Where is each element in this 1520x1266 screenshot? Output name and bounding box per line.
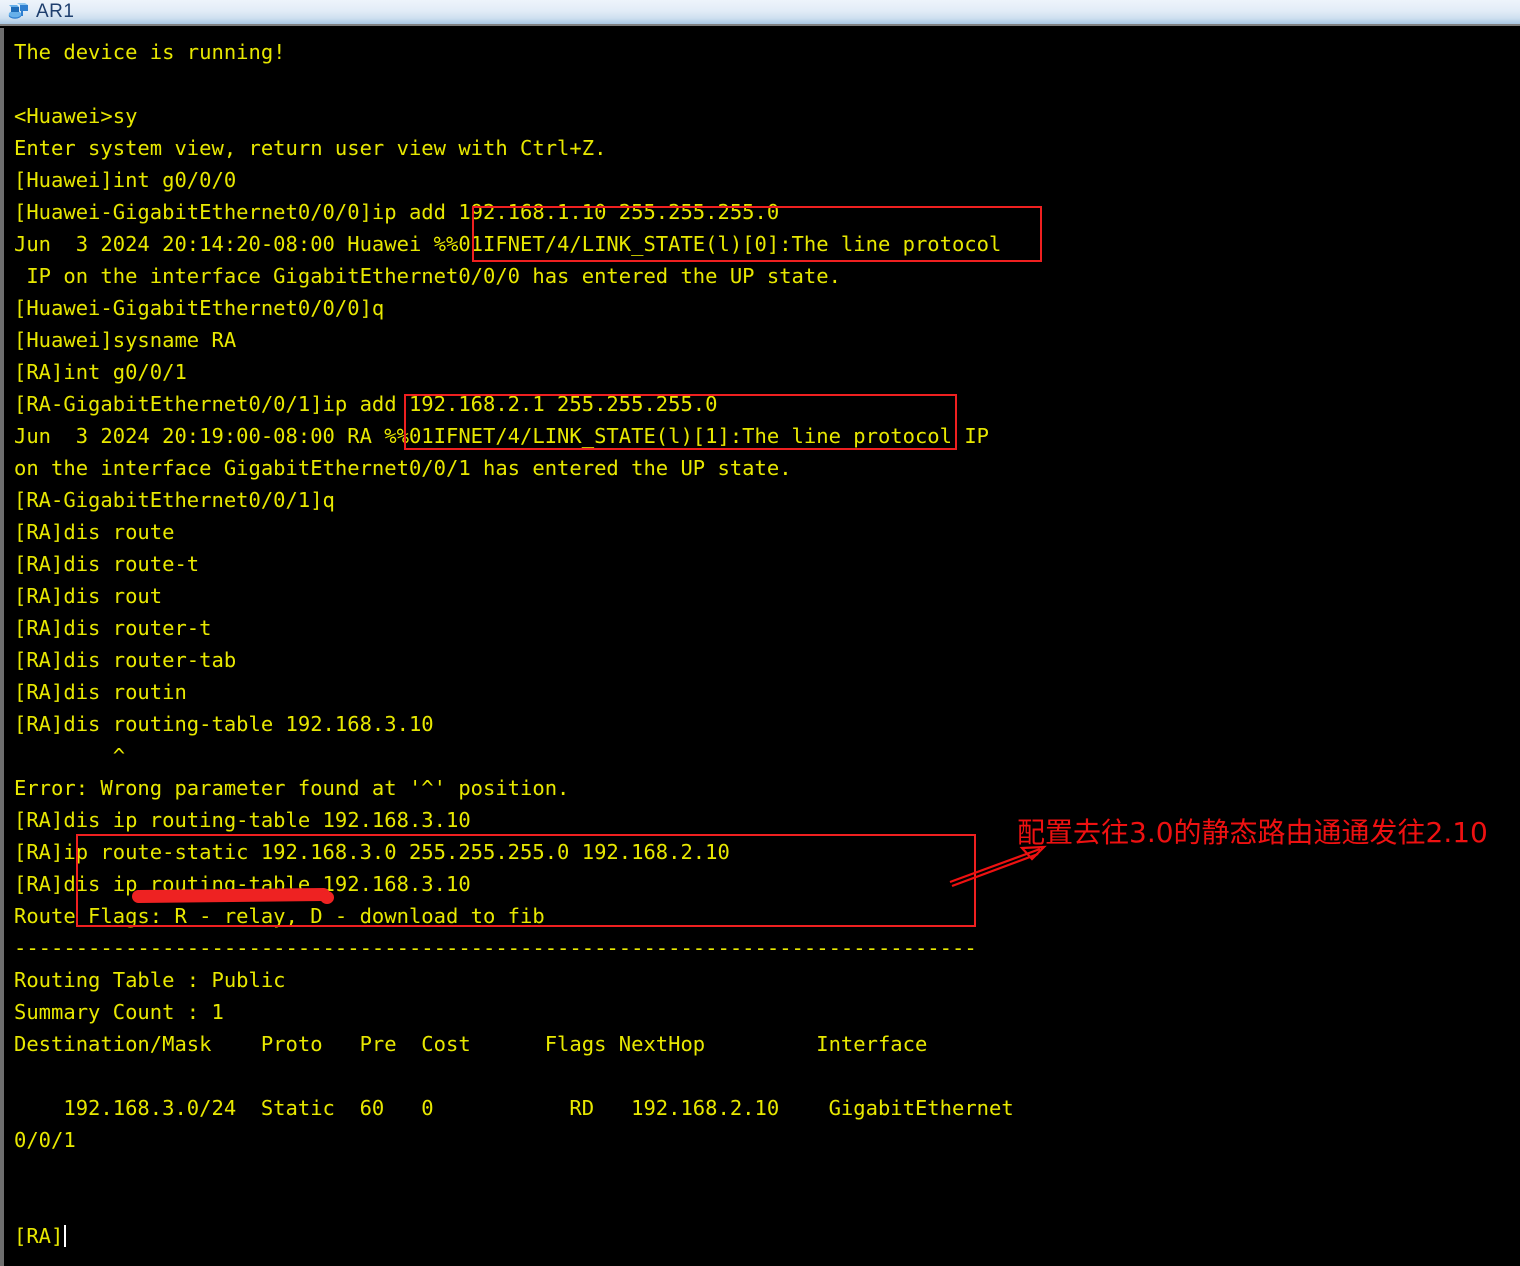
terminal-line: ----------------------------------------…	[14, 936, 977, 960]
annotation-underline-route-static	[131, 887, 331, 904]
terminal-line: [RA-GigabitEthernet0/0/1]q	[14, 488, 335, 512]
terminal-line: [Huawei-GigabitEthernet0/0/0]q	[14, 296, 385, 320]
terminal-line: 0/0/1	[14, 1128, 76, 1152]
window-titlebar[interactable]: AR1	[0, 0, 1520, 26]
terminal-line: Summary Count : 1	[14, 1000, 224, 1024]
terminal-prompt-line[interactable]: [RA]	[14, 1220, 1520, 1252]
router-device-icon	[8, 2, 30, 22]
terminal-line: Route Flags: R - relay, D - download to …	[14, 904, 545, 928]
terminal-line: [RA]dis rout	[14, 584, 163, 608]
annotation-note-text: 配置去往3.0的静态路由通通发往2.10	[1017, 816, 1488, 849]
terminal-line: [Huawei]sysname RA	[14, 328, 237, 352]
terminal-line: Enter system view, return user view with…	[14, 136, 607, 160]
terminal-line: [RA]dis router-t	[14, 616, 212, 640]
terminal-line: [Huawei]int g0/0/0	[14, 168, 237, 192]
terminal-line: [RA-GigabitEthernet0/0/1]ip add 192.168.…	[14, 392, 718, 416]
terminal-line: Routing Table : Public	[14, 968, 286, 992]
terminal-line: [RA]dis route	[14, 520, 175, 544]
terminal-line: [Huawei-GigabitEthernet0/0/0]ip add 192.…	[14, 200, 780, 224]
terminal-line: Error: Wrong parameter found at '^' posi…	[14, 776, 570, 800]
terminal-prompt: [RA]	[14, 1224, 64, 1248]
terminal-line: <Huawei>sy	[14, 104, 138, 128]
terminal-line: Jun 3 2024 20:14:20-08:00 Huawei %%01IFN…	[14, 232, 1002, 256]
terminal-line: ^	[14, 744, 126, 768]
terminal-line: IP on the interface GigabitEthernet0/0/0…	[14, 264, 841, 288]
terminal-line: [RA]dis route-t	[14, 552, 200, 576]
text-cursor	[64, 1225, 67, 1247]
terminal-line: 192.168.3.0/24 Static 60 0 RD 192.168.2.…	[14, 1096, 1014, 1120]
terminal-line: Jun 3 2024 20:19:00-08:00 RA %%01IFNET/4…	[14, 424, 990, 448]
terminal-line: [RA]dis routin	[14, 680, 187, 704]
terminal-line: on the interface GigabitEthernet0/0/1 ha…	[14, 456, 792, 480]
terminal-line: [RA]int g0/0/1	[14, 360, 187, 384]
terminal-console[interactable]: The device is running! <Huawei>sy Enter sy…	[0, 28, 1520, 1266]
terminal-line: [RA]dis routing-table 192.168.3.10	[14, 712, 434, 736]
terminal-line: Destination/Mask Proto Pre Cost Flags Ne…	[14, 1032, 928, 1056]
terminal-line: [RA]dis router-tab	[14, 648, 237, 672]
terminal-line: The device is running!	[14, 40, 286, 64]
terminal-output: The device is running! <Huawei>sy Enter sy…	[14, 36, 1520, 1252]
window-title: AR1	[36, 1, 75, 22]
